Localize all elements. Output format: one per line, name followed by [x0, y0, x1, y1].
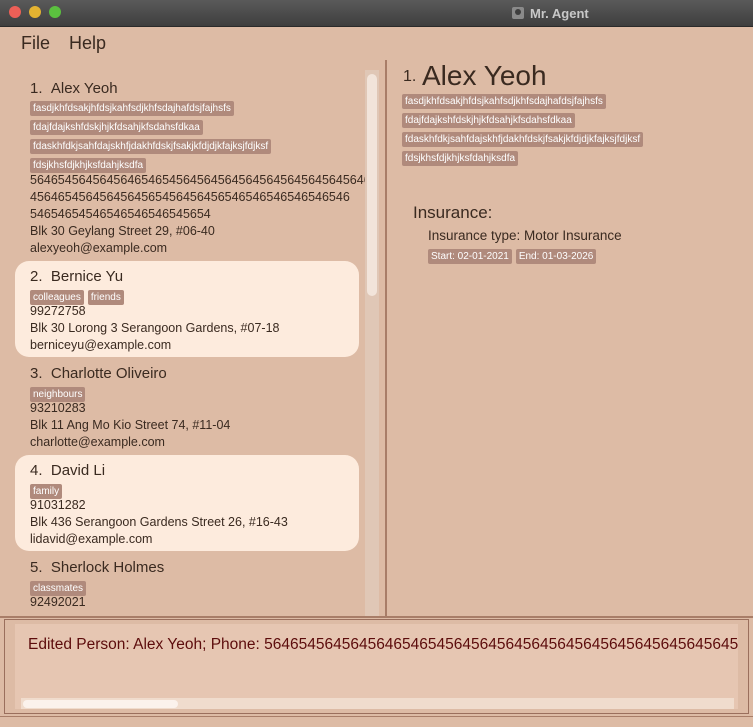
person-phone: 4564654564564564565456456456546546546546…: [30, 190, 350, 204]
person-name: 5. Sherlock Holmes: [30, 559, 165, 576]
panel-divider: [0, 616, 753, 618]
person-name: 1. Alex Yeoh: [30, 80, 118, 97]
command-box-edge: [0, 716, 753, 727]
person-email: lidavid@example.com: [30, 532, 153, 546]
window-titlebar: Mr. Agent: [0, 0, 753, 27]
person-phone: 92492021: [30, 595, 86, 609]
detail-tag: fasdjkhfdsakjhfdsjkahfsdjkhfsdajhafdsjfa…: [402, 94, 606, 109]
list-scrollbar-thumb[interactable]: [367, 74, 377, 296]
person-tag: fasdjkhfdsakjhfdsjkahfsdjkhfsdajhafdsjfa…: [30, 98, 238, 116]
menu-bar: File Help: [0, 27, 753, 60]
person-card-sherlock-holmes[interactable]: 5. Sherlock Holmes classmates 92492021: [15, 552, 359, 616]
close-window-button[interactable]: [9, 6, 21, 18]
person-tags: neighbours: [30, 384, 89, 402]
person-tag: fdsjkhsfdjkhjksfdahjksdfa: [30, 155, 150, 173]
app-person-icon: [512, 7, 524, 19]
person-card-david-li[interactable]: 4. David Li family 91031282 Blk 436 Sera…: [15, 455, 359, 551]
detail-index: 1.: [403, 68, 417, 85]
person-address: Blk 11 Ang Mo Kio Street 74, #11-04: [30, 418, 231, 432]
detail-tag: fdajfdajkshfdskjhjkfdsahjkfsdahsfdkaa: [402, 113, 575, 128]
insurance-dates: Start: 02-01-2021 End: 01-03-2026: [428, 246, 600, 264]
person-card-alex-yeoh[interactable]: 1. Alex Yeoh fasdjkhfdsakjhfdsjkahfsdjkh…: [15, 70, 365, 260]
result-horizontal-scrollbar[interactable]: [21, 698, 734, 709]
result-display: Edited Person: Alex Yeoh; Phone: 5646545…: [4, 619, 749, 714]
person-detail-panel: 1. Alex Yeoh fasdjkhfdsakjhfdsjkahfsdjkh…: [388, 60, 753, 616]
person-tags: family: [30, 481, 66, 499]
person-address: Blk 436 Serangoon Gardens Street 26, #16…: [30, 515, 288, 529]
result-text-area[interactable]: Edited Person: Alex Yeoh; Phone: 5646545…: [15, 624, 738, 709]
person-email: berniceyu@example.com: [30, 338, 172, 352]
person-address: Blk 30 Lorong 3 Serangoon Gardens, #07-1…: [30, 321, 280, 335]
list-scrollbar[interactable]: [365, 70, 379, 616]
minimize-window-button[interactable]: [29, 6, 41, 18]
zoom-window-button[interactable]: [49, 6, 61, 18]
person-phone: 91031282: [30, 498, 86, 512]
insurance-end-date: End: 01-03-2026: [515, 249, 597, 264]
person-phone: 54654654546546546546545654: [30, 207, 211, 221]
person-tag: fdajfdajkshfdskjhjkfdsahjkfsdahsfdkaa: [30, 117, 207, 135]
person-address: Blk 30 Geylang Street 29, #06-40: [30, 224, 215, 238]
window-title: Mr. Agent: [512, 4, 589, 22]
menu-help[interactable]: Help: [69, 33, 106, 54]
person-email: alexyeoh@example.com: [30, 241, 168, 255]
person-phone: 93210283: [30, 401, 86, 415]
window-title-text: Mr. Agent: [530, 5, 589, 21]
insurance-start-date: Start: 02-01-2021: [428, 249, 512, 264]
person-name: 3. Charlotte Oliveiro: [30, 365, 167, 382]
person-card-charlotte-oliveiro[interactable]: 3. Charlotte Oliveiro neighbours 9321028…: [15, 358, 359, 454]
person-phone: 5646545645645646546545645645645645645645…: [30, 173, 365, 187]
insurance-type: Insurance type: Motor Insurance: [428, 228, 622, 243]
detail-tag: fdaskhfdkjsahfdajskhfjdakhfdskjfsakjkfdj…: [402, 132, 644, 147]
person-name: 4. David Li: [30, 462, 106, 479]
menu-file[interactable]: File: [21, 33, 50, 54]
insurance-heading: Insurance:: [413, 203, 493, 222]
person-name: 2. Bernice Yu: [30, 268, 124, 285]
detail-tag: fdsjkhsfdjkhjksfdahjksdfa: [402, 151, 519, 166]
person-phone: 99272758: [30, 304, 86, 318]
detail-name: Alex Yeoh: [422, 60, 547, 91]
result-message: Edited Person: Alex Yeoh; Phone: 5646545…: [28, 636, 738, 653]
person-tags: colleagues friends: [30, 287, 128, 305]
person-card-bernice-yu[interactable]: 2. Bernice Yu colleagues friends 99272758…: [15, 261, 359, 357]
person-tags: classmates: [30, 578, 90, 596]
person-list[interactable]: 1. Alex Yeoh fasdjkhfdsakjhfdsjkahfsdjkh…: [9, 70, 365, 616]
person-email: charlotte@example.com: [30, 435, 165, 449]
person-tag: fdaskhfdkjsahfdajskhfjdakhfdskjfsakjkfdj…: [30, 136, 275, 154]
person-list-panel: 1. Alex Yeoh fasdjkhfdsakjhfdsjkahfsdjkh…: [4, 60, 387, 616]
result-scrollbar-thumb[interactable]: [23, 700, 178, 708]
